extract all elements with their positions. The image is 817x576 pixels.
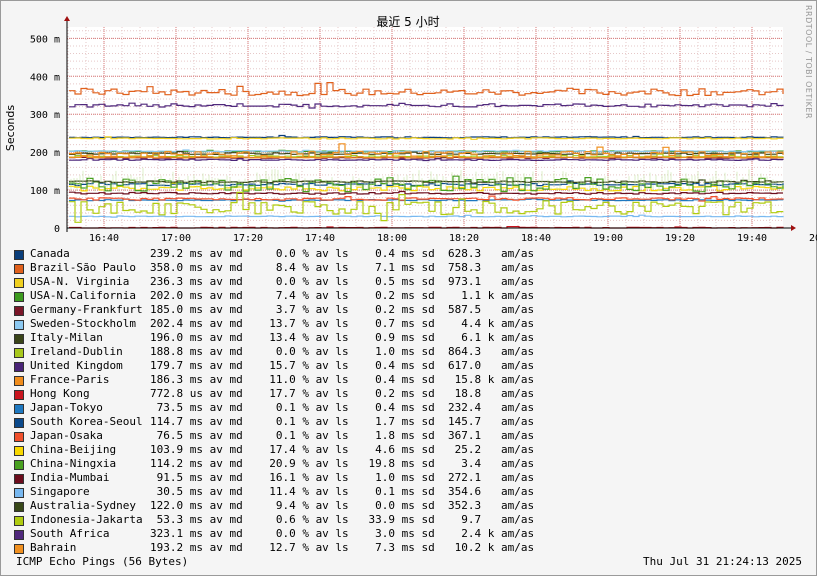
legend-series-stats: 103.9 ms av md 17.4 % av ls 4.6 ms sd 25… [150, 443, 535, 456]
legend-swatch [14, 516, 24, 526]
legend-swatch [14, 446, 24, 456]
y-tick-label: 300 m [30, 110, 60, 121]
y-tick-label: 500 m [30, 34, 60, 45]
legend-series-stats: 188.8 ms av md 0.0 % av ls 1.0 ms sd 864… [150, 345, 535, 358]
x-tick-label: 19:40 [737, 233, 767, 244]
legend-series-name: India-Mumbai [30, 471, 110, 484]
x-tick-label: 19:00 [593, 233, 623, 244]
x-tick-label: 20:00 [809, 233, 817, 244]
legend-series-stats: 202.4 ms av md 13.7 % av ls 0.7 ms sd 4.… [150, 317, 535, 330]
legend-swatch [14, 334, 24, 344]
legend-series-name: Germany-Frankfurt [30, 303, 143, 316]
legend-series-name: Brazil-São Paulo [30, 261, 136, 274]
legend-swatch [14, 502, 24, 512]
y-axis-label: Seconds [4, 105, 17, 151]
legend-series-stats: 185.0 ms av md 3.7 % av ls 0.2 ms sd 587… [150, 303, 535, 316]
legend-series-name: Japan-Osaka [30, 429, 103, 442]
legend-series-stats: 114.2 ms av md 20.9 % av ls 19.8 ms sd 3… [150, 457, 535, 470]
legend-series-name: China-Ningxia [30, 457, 117, 470]
x-tick-label: 17:00 [161, 233, 191, 244]
legend-swatch [14, 474, 24, 484]
legend-series-name: China-Beijing [30, 443, 117, 456]
rrdtool-credit: RRDTOOL / TOBI OETIKER [804, 5, 813, 119]
legend-series-name: Australia-Sydney [30, 499, 136, 512]
legend-swatch [14, 278, 24, 288]
legend-series-stats: 202.0 ms av md 7.4 % av ls 0.2 ms sd 1.1… [150, 289, 535, 302]
legend-series-stats: 186.3 ms av md 11.0 % av ls 0.4 ms sd 15… [150, 373, 535, 386]
legend-series-stats: 53.3 ms av md 0.6 % av ls 33.9 ms sd 9.7… [150, 513, 535, 526]
legend-series-stats: 114.7 ms av md 0.1 % av ls 1.7 ms sd 145… [150, 415, 535, 428]
legend-series-name: South Korea-Seoul [30, 415, 143, 428]
chart-title: 最近 5 小时 [376, 15, 439, 29]
x-tick-label: 18:20 [449, 233, 479, 244]
legend-series-name: United Kingdom [30, 359, 123, 372]
legend-series-name: Canada [30, 247, 70, 260]
legend-series-name: USA-N. Virginia [30, 275, 130, 288]
footer-caption: ICMP Echo Pings (56 Bytes) [16, 555, 189, 568]
x-tick-label: 18:00 [377, 233, 407, 244]
legend-swatch [14, 418, 24, 428]
legend-series-name: Italy-Milan [30, 331, 103, 344]
legend-swatch [14, 250, 24, 260]
legend-series-name: USA-N.California [30, 289, 136, 302]
x-tick-label: 17:20 [233, 233, 263, 244]
legend-series-stats: 91.5 ms av md 16.1 % av ls 1.0 ms sd 272… [150, 471, 535, 484]
legend-swatch [14, 530, 24, 540]
legend-series-stats: 239.2 ms av md 0.0 % av ls 0.4 ms sd 628… [150, 247, 535, 260]
legend-series-name: Indonesia-Jakarta [30, 513, 143, 526]
legend-series-name: Ireland-Dublin [30, 345, 123, 358]
legend-series-stats: 196.0 ms av md 13.4 % av ls 0.9 ms sd 6.… [150, 331, 535, 344]
legend-series-name: Sweden-Stockholm [30, 317, 136, 330]
x-axis-arrow [791, 225, 796, 231]
footer-timestamp: Thu Jul 31 21:24:13 2025 [643, 555, 802, 568]
legend-swatch [14, 348, 24, 358]
legend-swatch [14, 488, 24, 498]
legend-series-name: Singapore [30, 485, 90, 498]
y-axis-arrow [64, 16, 70, 21]
legend-swatch [14, 362, 24, 372]
legend-series-name: South Africa [30, 527, 110, 540]
legend-series-name: Japan-Tokyo [30, 401, 103, 414]
y-tick-label: 0 [54, 224, 60, 235]
x-tick-label: 19:20 [665, 233, 695, 244]
legend-series-stats: 122.0 ms av md 9.4 % av ls 0.0 ms sd 352… [150, 499, 535, 512]
legend-swatch [14, 544, 24, 554]
legend-series-stats: 179.7 ms av md 15.7 % av ls 0.4 ms sd 61… [150, 359, 535, 372]
legend-series-stats: 323.1 ms av md 0.0 % av ls 3.0 ms sd 2.4… [150, 527, 535, 540]
legend-series-stats: 772.8 us av md 17.7 % av ls 0.2 ms sd 18… [150, 387, 535, 400]
legend-series-stats: 30.5 ms av md 11.4 % av ls 0.1 ms sd 354… [150, 485, 535, 498]
legend-series-stats: 193.2 ms av md 12.7 % av ls 7.3 ms sd 10… [150, 541, 535, 554]
legend-swatch [14, 460, 24, 470]
legend-swatch [14, 264, 24, 274]
x-tick-label: 18:40 [521, 233, 551, 244]
legend-swatch [14, 390, 24, 400]
legend-series-name: Hong Kong [30, 387, 90, 400]
y-tick-label: 100 m [30, 186, 60, 197]
y-tick-label: 400 m [30, 72, 60, 83]
legend-series-stats: 73.5 ms av md 0.1 % av ls 0.4 ms sd 232.… [150, 401, 535, 414]
x-tick-label: 16:40 [89, 233, 119, 244]
legend-series-name: Bahrain [30, 541, 77, 554]
legend-swatch [14, 306, 24, 316]
legend-swatch [14, 292, 24, 302]
x-tick-label: 17:40 [305, 233, 335, 244]
legend-swatch [14, 432, 24, 442]
y-tick-label: 200 m [30, 148, 60, 159]
legend-swatch [14, 404, 24, 414]
legend-series-stats: 358.0 ms av md 8.4 % av ls 7.1 ms sd 758… [150, 261, 535, 274]
legend-series-name: France-Paris [30, 373, 110, 386]
legend-swatch [14, 320, 24, 330]
legend-swatch [14, 376, 24, 386]
legend-series-stats: 76.5 ms av md 0.1 % av ls 1.8 ms sd 367.… [150, 429, 535, 442]
legend-series-stats: 236.3 ms av md 0.0 % av ls 0.5 ms sd 973… [150, 275, 535, 288]
